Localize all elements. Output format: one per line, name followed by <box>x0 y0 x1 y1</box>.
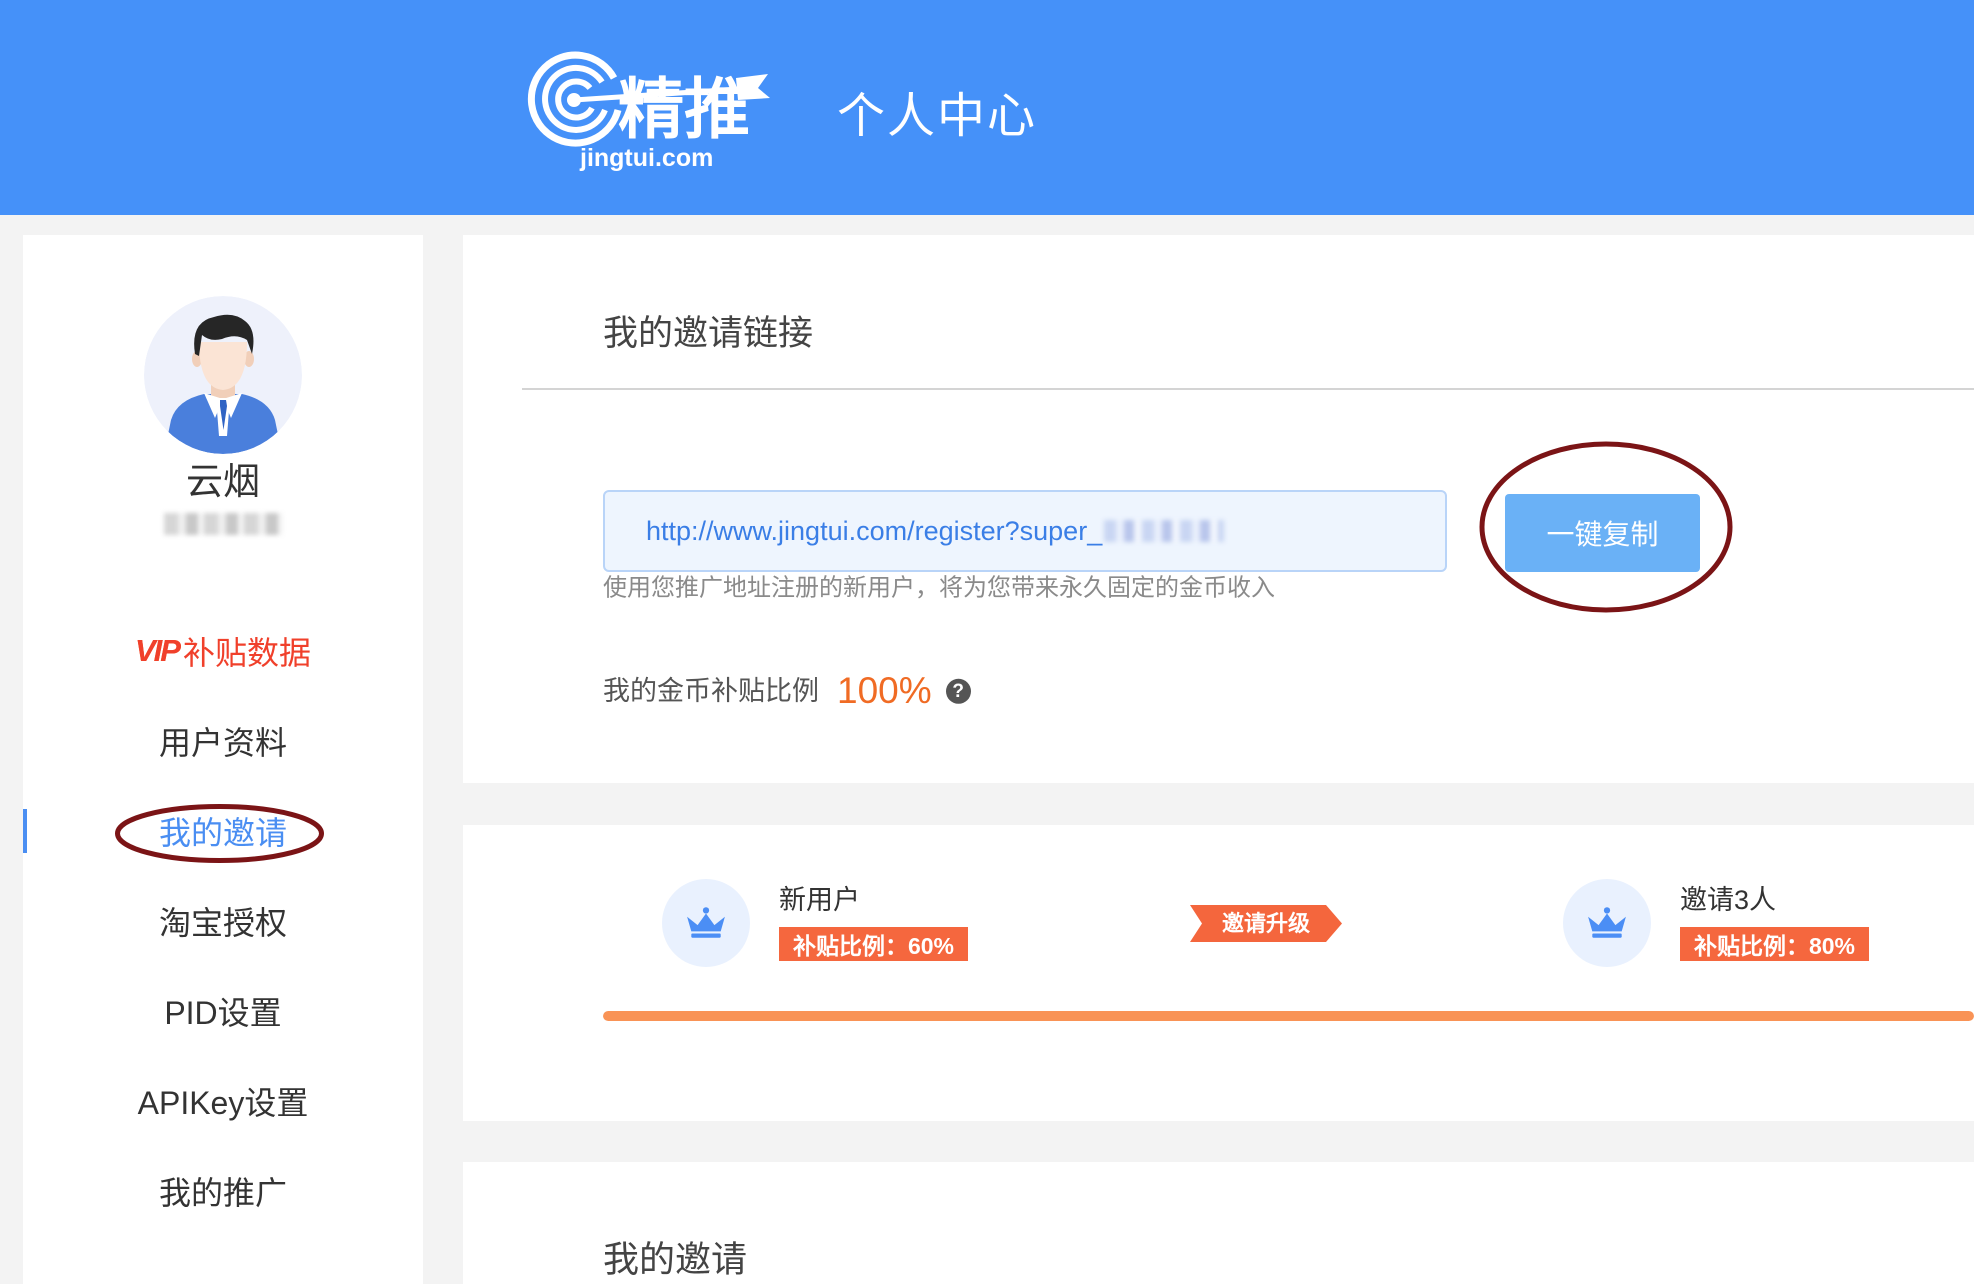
level-ratio-badge: 补贴比例：60% <box>779 927 968 961</box>
invite-url-blurred <box>1104 520 1225 542</box>
user-name: 云烟 <box>186 460 260 502</box>
crown-icon <box>1588 907 1626 938</box>
logo-text: 精推 <box>618 72 750 146</box>
coin-ratio-value: 100% <box>837 669 932 711</box>
top-header: 精推 jingtui.com 个人中心 <box>0 0 1974 215</box>
invite-url-text: http://www.jingtui.com/register?super_ <box>646 515 1103 546</box>
crown-icon <box>687 907 725 938</box>
sidebar: 云烟 VIP 补贴数据 用户资料 我的邀请 淘宝授权 PID设置 APIKey设… <box>23 235 423 1284</box>
sidebar-item-label: 我的邀请 <box>158 815 287 851</box>
upgrade-arrow: 邀请升级 <box>1190 905 1342 942</box>
sidebar-item-pid-settings[interactable]: PID设置 <box>23 966 423 1056</box>
level-ratio-badge: 补贴比例：80% <box>1680 927 1869 961</box>
divider <box>522 388 1974 390</box>
subsidy-levels-panel: 新用户 补贴比例：60% 邀请升级 邀请3人 补贴比例：80% <box>463 825 1974 1121</box>
level-title: 邀请3人 <box>1680 884 1777 915</box>
vip-badge: VIP <box>135 633 181 668</box>
sidebar-item-vip-subsidy[interactable]: VIP 补贴数据 <box>23 606 423 696</box>
coin-ratio-label: 我的金币补贴比例 <box>603 675 819 706</box>
sidebar-item-label: 我的推广 <box>158 1175 287 1211</box>
invite-link-title: 我的邀请链接 <box>603 314 814 353</box>
sidebar-item-label: APIKey设置 <box>137 1085 309 1121</box>
page-title: 个人中心 <box>837 90 1038 144</box>
copy-link-button[interactable]: 一键复制 <box>1505 494 1700 572</box>
sidebar-item-label: 用户资料 <box>158 725 287 761</box>
jingtui-logo[interactable]: 精推 jingtui.com <box>522 48 822 173</box>
sidebar-item-my-invites[interactable]: 我的邀请 <box>23 786 423 876</box>
my-invites-title: 我的邀请 <box>603 1238 748 1280</box>
avatar[interactable] <box>144 296 302 454</box>
level-icon-badge <box>662 879 750 967</box>
sidebar-item-label: 补贴数据 <box>182 635 311 671</box>
invite-link-panel: 我的邀请链接 http://www.jingtui.com/register?s… <box>463 235 1974 783</box>
my-invites-panel: 我的邀请 <box>463 1162 1974 1284</box>
invite-hint: 使用您推广地址注册的新用户，将为您带来永久固定的金币收入 <box>603 574 1275 602</box>
invite-url-field[interactable]: http://www.jingtui.com/register?super_ <box>603 490 1447 572</box>
sidebar-item-taobao-auth[interactable]: 淘宝授权 <box>23 876 423 966</box>
sidebar-item-user-profile[interactable]: 用户资料 <box>23 696 423 786</box>
sidebar-item-label: 淘宝授权 <box>158 905 287 941</box>
question-circle-icon[interactable] <box>945 678 971 704</box>
level-icon-badge <box>1563 879 1651 967</box>
sidebar-item-apikey-settings[interactable]: APIKey设置 <box>23 1056 423 1146</box>
sidebar-item-label: PID设置 <box>164 995 282 1031</box>
sidebar-item-my-promotion[interactable]: 我的推广 <box>23 1146 423 1236</box>
level-progress-bar <box>603 1011 1974 1021</box>
level-title: 新用户 <box>779 884 860 915</box>
user-id-blurred <box>164 513 283 535</box>
logo-domain: jingtui.com <box>579 144 713 172</box>
user-avatar-icon <box>144 296 302 454</box>
level-progress-fill <box>603 1011 1974 1021</box>
coin-ratio-row: 我的金币补贴比例 100% <box>603 669 971 713</box>
upgrade-label: 邀请升级 <box>1221 911 1310 936</box>
